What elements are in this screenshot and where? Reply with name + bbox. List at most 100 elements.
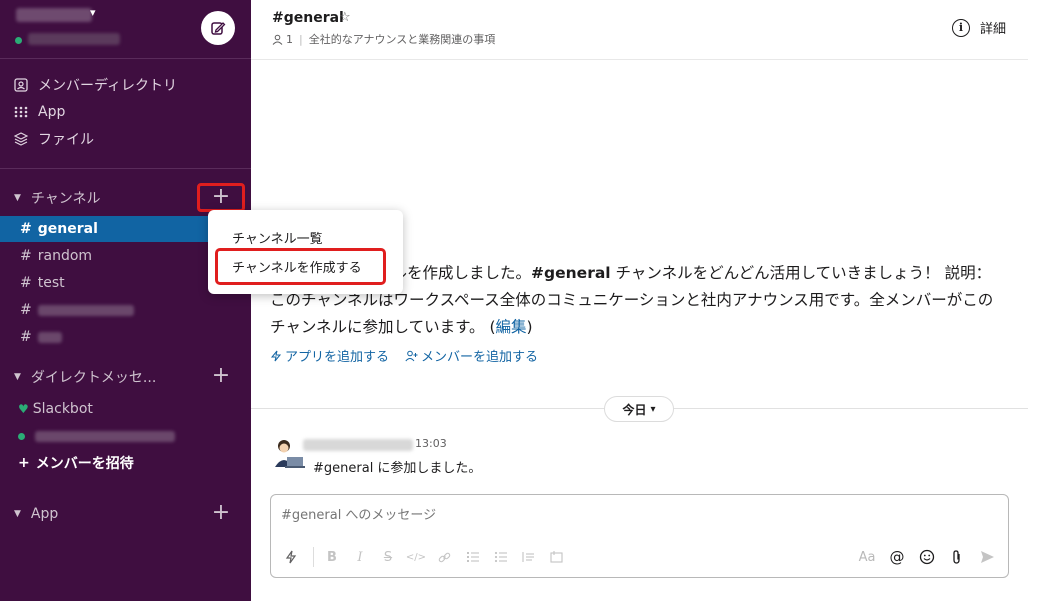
bold-icon[interactable]: B <box>320 545 344 569</box>
dm-name: Slackbot <box>32 401 93 417</box>
text-format-toggle[interactable]: Aa <box>856 545 878 569</box>
edit-description-link[interactable]: 編集 <box>496 318 527 336</box>
blockquote-icon[interactable] <box>516 545 540 569</box>
emoji-icon[interactable] <box>916 545 938 569</box>
add-member-label: メンバーを追加する <box>421 350 539 365</box>
channel-meta: 1 | 全社的なアナウンスと業務関連の事項 <box>272 31 495 47</box>
workspace-name-redacted[interactable] <box>16 8 92 22</box>
shortcuts-lightning-icon[interactable] <box>279 545 303 569</box>
hash-icon: # <box>20 221 32 237</box>
link-icon[interactable] <box>432 545 456 569</box>
member-directory-icon <box>14 78 32 92</box>
dm-name-redacted <box>35 430 175 442</box>
plus-icon: + <box>18 455 30 471</box>
toolbar-separator <box>313 547 314 567</box>
compose-button[interactable] <box>201 11 235 45</box>
message-text: #general に参加しました。 <box>313 461 482 476</box>
dm-user-redacted[interactable] <box>0 423 251 449</box>
info-icon: i <box>951 18 970 37</box>
dm-slackbot[interactable]: ♥ Slackbot <box>0 396 251 422</box>
channel-redacted[interactable]: # <box>0 297 251 323</box>
member-icon[interactable] <box>272 34 283 45</box>
intro-channel-name[interactable]: #general <box>531 264 611 282</box>
app-section-label: App <box>30 506 59 522</box>
day-divider-button[interactable]: 今日 ▾ <box>604 396 674 422</box>
attachment-icon[interactable] <box>946 545 968 569</box>
channels-section-header[interactable]: ▼ チャンネル <box>14 186 101 210</box>
presence-dot <box>18 432 25 440</box>
dm-section-label: ダイレクトメッセ... <box>30 370 157 386</box>
message-sender-redacted[interactable] <box>303 439 413 451</box>
details-label: 詳細 <box>979 22 1006 37</box>
app-section-header[interactable]: ▼ App <box>14 502 58 526</box>
hash-icon: # <box>20 275 32 291</box>
meta-separator: | <box>299 32 303 46</box>
sidebar: ▾ メンバーディレクトリ App ファイル ▼ チャンネル + # genera… <box>0 0 251 601</box>
caret-down-icon: ▼ <box>14 193 21 203</box>
channel-name-redacted <box>37 304 134 316</box>
compose-icon <box>211 22 226 35</box>
hash-icon: # <box>20 302 32 318</box>
add-app-label: アプリを追加する <box>285 350 390 365</box>
details-button[interactable]: i 詳細 <box>951 18 1006 37</box>
formatting-toolbar: B I S </> <box>279 545 572 569</box>
channel-name: general <box>37 221 98 237</box>
dm-section-header[interactable]: ▼ ダイレクトメッセ... <box>14 365 156 389</box>
channel-view: #general ☆ 1 | 全社的なアナウンスと業務関連の事項 i 詳細 この… <box>251 0 1028 601</box>
member-count[interactable]: 1 <box>286 33 293 46</box>
message-timestamp[interactable]: 13:03 <box>415 437 447 450</box>
intro-actions: アプリを追加する メンバーを追加する <box>270 346 554 365</box>
channel-name-redacted <box>37 331 62 343</box>
message-composer: B I S </> Aa @ <box>270 494 1009 578</box>
message-input[interactable] <box>281 508 881 523</box>
intro-text-3: ) <box>526 318 533 336</box>
heart-icon: ♥ <box>18 402 29 416</box>
invite-label: メンバーを招待 <box>35 456 134 472</box>
add-user-icon <box>405 350 418 361</box>
composer-actions: Aa @ <box>848 545 998 569</box>
create-channel-highlight <box>215 248 386 285</box>
add-channel-highlight <box>197 183 245 212</box>
nav-label: メンバーディレクトリ <box>38 78 178 94</box>
hash-icon: # <box>20 248 32 264</box>
code-icon[interactable]: </> <box>404 545 428 569</box>
user-avatar[interactable] <box>271 437 305 471</box>
nav-apps[interactable]: App <box>14 100 65 124</box>
lightning-icon <box>270 350 282 361</box>
sidebar-divider <box>0 58 251 59</box>
files-icon <box>14 132 32 146</box>
invite-members-button[interactable]: + メンバーを招待 <box>0 450 251 476</box>
hash-icon: # <box>20 329 32 345</box>
add-dm-button[interactable]: + <box>208 365 234 389</box>
caret-down-icon: ▼ <box>14 372 21 382</box>
window-margin <box>1028 0 1054 601</box>
strikethrough-icon[interactable]: S <box>376 545 400 569</box>
channel-topic[interactable]: 全社的なアナウンスと業務関連の事項 <box>309 31 496 47</box>
add-member-link[interactable]: メンバーを追加する <box>405 346 538 365</box>
chevron-down-icon[interactable]: ▾ <box>90 6 96 19</box>
nav-label: App <box>38 104 66 120</box>
sidebar-divider <box>0 168 251 169</box>
mention-icon[interactable]: @ <box>886 545 908 569</box>
add-app-button[interactable]: + <box>208 502 234 526</box>
add-app-link[interactable]: アプリを追加する <box>270 346 389 365</box>
send-icon[interactable] <box>976 545 998 569</box>
channel-redacted[interactable]: # <box>0 324 251 350</box>
bulleted-list-icon[interactable] <box>488 545 512 569</box>
nav-files[interactable]: ファイル <box>14 127 94 151</box>
star-icon[interactable]: ☆ <box>339 10 351 25</box>
apps-grid-icon <box>14 106 32 118</box>
nav-label: ファイル <box>38 132 94 148</box>
nav-member-directory[interactable]: メンバーディレクトリ <box>14 73 177 97</box>
channels-section-label: チャンネル <box>30 191 101 207</box>
channel-title[interactable]: #general <box>272 10 344 26</box>
caret-down-icon: ▼ <box>14 509 21 519</box>
workspace-header[interactable]: ▾ <box>0 0 251 58</box>
presence-dot <box>15 37 22 44</box>
italic-icon[interactable]: I <box>348 545 372 569</box>
channel-name: random <box>37 248 93 264</box>
code-block-icon[interactable] <box>544 545 568 569</box>
ordered-list-icon[interactable] <box>460 545 484 569</box>
day-label: 今日 <box>622 402 647 417</box>
menu-item-browse-channels[interactable]: チャンネル一覧 <box>232 228 323 247</box>
